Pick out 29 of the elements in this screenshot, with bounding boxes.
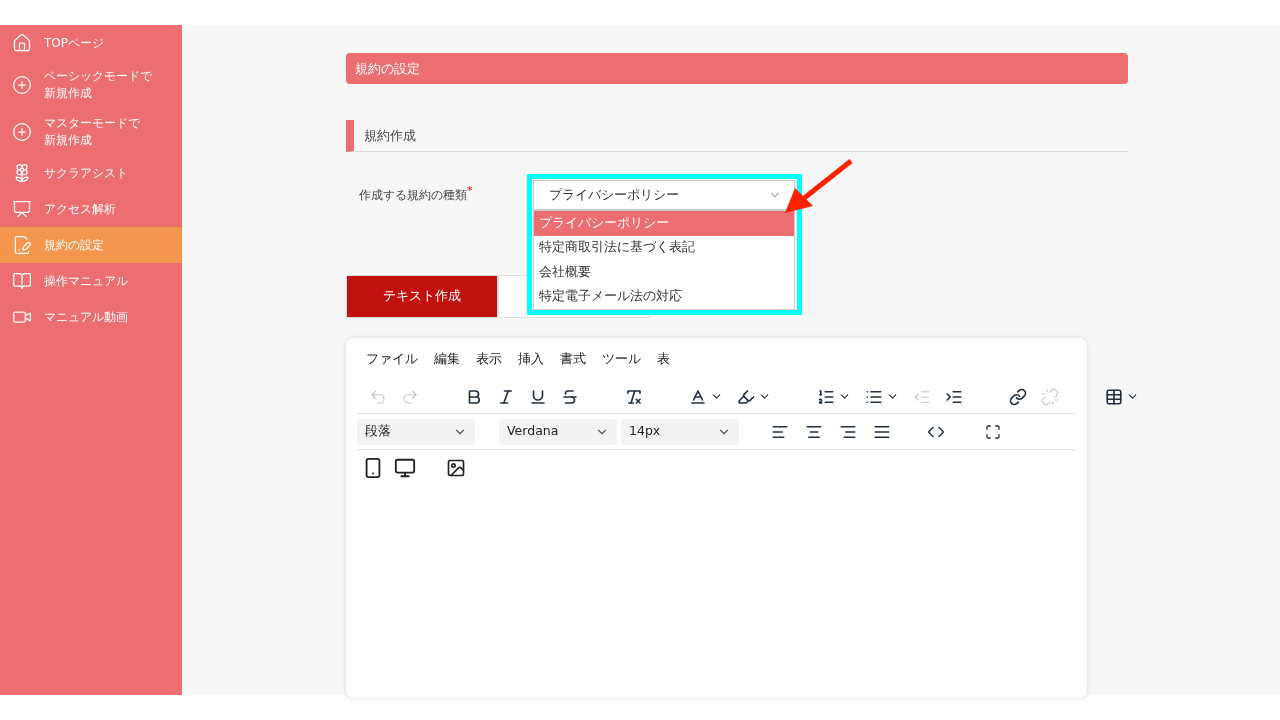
toolbar-select[interactable]: 段落 — [357, 418, 475, 445]
menu-item[interactable]: 表示 — [476, 349, 502, 369]
menu-item[interactable]: 書式 — [560, 349, 586, 369]
plus-circle-icon — [12, 121, 32, 142]
toolbar-select[interactable]: Verdana — [499, 418, 617, 445]
toolbar-button[interactable] — [446, 458, 466, 478]
menu-item[interactable]: ファイル — [366, 349, 418, 369]
chart-monitor-icon — [12, 199, 32, 219]
image-icon — [446, 458, 466, 478]
toolbar-button[interactable] — [985, 423, 1001, 440]
home-icon — [12, 33, 32, 53]
plus-circle-icon — [12, 74, 32, 95]
type-select[interactable]: プライバシーポリシー — [533, 180, 795, 210]
editor-tab[interactable]: テキスト作成 — [346, 275, 498, 318]
menu-item[interactable]: 挿入 — [518, 349, 544, 369]
toolbar-select[interactable]: 14px — [621, 418, 739, 445]
monitor-icon — [394, 457, 416, 479]
fullscreen-icon — [985, 423, 1001, 440]
dropdown-option[interactable]: 特定商取引法に基づく表記 — [534, 235, 794, 260]
menu-item[interactable]: 編集 — [434, 349, 460, 369]
toolbar-button[interactable] — [394, 457, 416, 479]
document-pen-icon — [12, 235, 32, 255]
menu-item[interactable]: ツール — [602, 349, 641, 369]
dropdown-option[interactable]: 特定電子メール法の対応 — [534, 284, 794, 309]
dropdown-option[interactable]: 会社概要 — [534, 260, 794, 285]
page-title-bar: 規約の設定 — [346, 53, 1128, 84]
book-icon — [12, 271, 32, 291]
section-heading: 規約作成 — [346, 120, 1128, 152]
menu-item[interactable]: 表 — [657, 349, 670, 369]
